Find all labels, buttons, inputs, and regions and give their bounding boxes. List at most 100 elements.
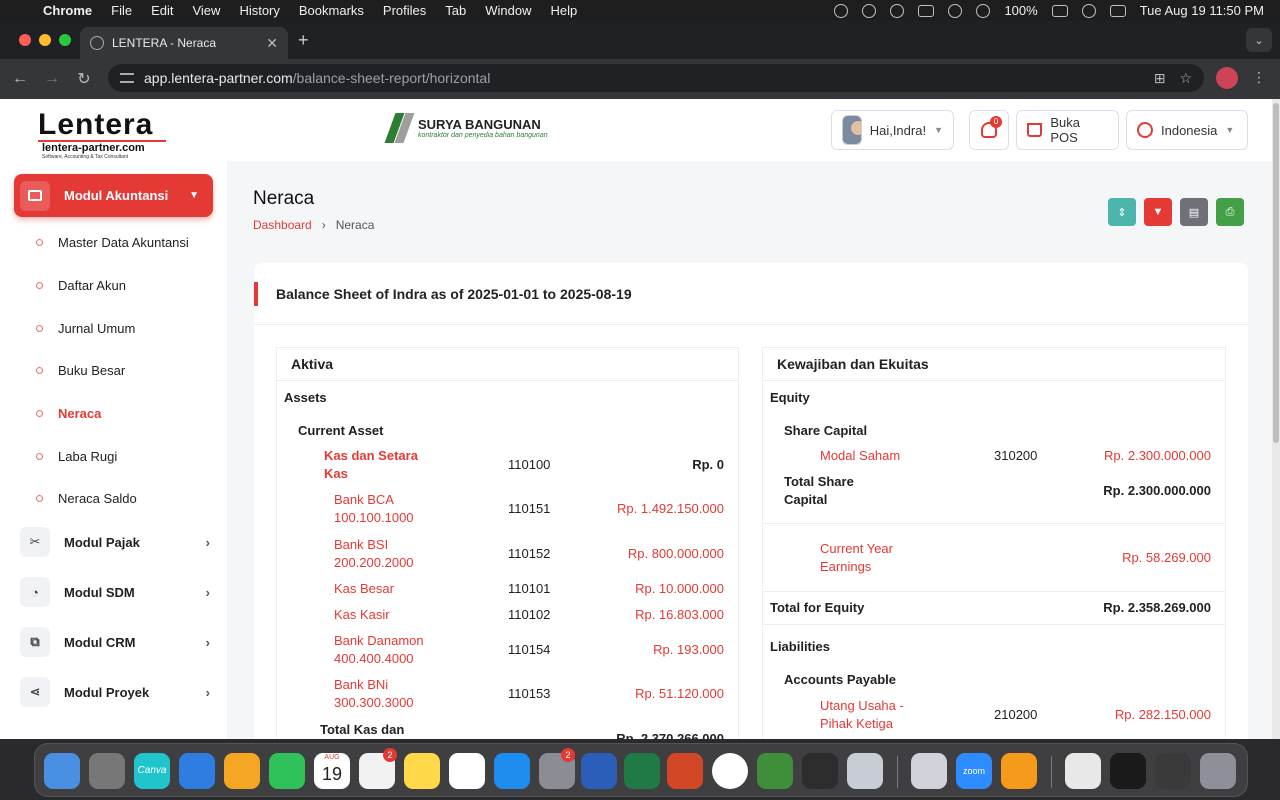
launchpad-icon[interactable] xyxy=(89,753,125,789)
menu-file[interactable]: File xyxy=(111,3,132,18)
menu-bookmarks[interactable]: Bookmarks xyxy=(299,3,364,18)
keyboard-app-icon[interactable] xyxy=(1155,753,1191,789)
close-window-button[interactable] xyxy=(19,34,31,46)
owl-app-icon[interactable] xyxy=(757,753,793,789)
utility-app-icon[interactable] xyxy=(847,753,883,789)
menu-history[interactable]: History xyxy=(239,3,279,18)
cloud-icon[interactable] xyxy=(834,3,849,18)
control-center-icon[interactable] xyxy=(1109,4,1126,17)
filter-button[interactable]: ▼ xyxy=(1144,198,1172,226)
menu-view[interactable]: View xyxy=(192,3,220,18)
open-pos-button[interactable]: Buka POS xyxy=(1016,110,1119,150)
sync-icon[interactable] xyxy=(890,3,905,18)
account-value: Rp. 10.000.000 xyxy=(635,581,724,596)
close-tab-icon[interactable]: ✕ xyxy=(266,35,278,52)
menu-help[interactable]: Help xyxy=(551,3,578,18)
freeform-icon[interactable] xyxy=(449,753,485,789)
account-name-2: Earnings xyxy=(820,559,872,574)
screenshot-app-icon[interactable] xyxy=(802,753,838,789)
user-menu-button[interactable]: Hai,Indra! ▼ xyxy=(831,110,954,150)
trash-icon[interactable] xyxy=(1200,753,1236,789)
airdrop-icon[interactable] xyxy=(948,3,963,18)
user-greeting: Hai,Indra! xyxy=(869,122,927,138)
powerpoint-icon[interactable] xyxy=(667,753,703,789)
forward-button[interactable]: → xyxy=(36,70,68,88)
sidebar-item-master-data[interactable]: Master Data Akuntansi xyxy=(36,232,189,252)
sidebar-item-buku-besar[interactable]: Buku Besar xyxy=(36,360,125,380)
calendar-icon[interactable]: AUG 19 xyxy=(314,753,350,789)
sidebar-item-jurnal-umum[interactable]: Jurnal Umum xyxy=(36,318,135,338)
app-store-icon[interactable] xyxy=(494,753,530,789)
sidebar-item-neraca[interactable]: Neraca xyxy=(36,403,101,423)
globe-icon xyxy=(1137,122,1153,138)
sidebar-module-akuntansi[interactable]: Modul Akuntansi ▼ xyxy=(14,174,213,217)
scrollbar-thumb[interactable] xyxy=(1273,103,1279,443)
card-header: Balance Sheet of Indra as of 2025-01-01 … xyxy=(254,263,1248,325)
reload-button[interactable]: ↻ xyxy=(68,69,100,89)
sidebar-module-proyek[interactable]: ⋖ Modul Proyek › xyxy=(20,677,210,707)
menu-edit[interactable]: Edit xyxy=(151,3,173,18)
photos-icon[interactable] xyxy=(224,753,260,789)
bookmark-star-icon[interactable]: ☆ xyxy=(1179,70,1192,87)
sidebar-module-crm[interactable]: ⧉ Modul CRM › xyxy=(20,627,210,657)
sidebar-item-daftar-akun[interactable]: Daftar Akun xyxy=(36,275,126,295)
sidebar-module-sdm[interactable]: ◔ Modul SDM › xyxy=(20,577,210,607)
browser-tab[interactable]: LENTERA - Neraca ✕ xyxy=(80,27,288,59)
excel-icon[interactable] xyxy=(624,753,660,789)
export-button[interactable]: ▤ xyxy=(1180,198,1208,226)
toggle-expand-button[interactable]: ⇕ xyxy=(1108,198,1136,226)
menu-profiles[interactable]: Profiles xyxy=(383,3,426,18)
account-value: Rp. 2.300.000.000 xyxy=(1104,448,1211,463)
browser-tabbar: LENTERA - Neraca ✕ + ⌄ xyxy=(0,21,1280,59)
account-name-2: Kas xyxy=(324,466,348,481)
finder-icon[interactable] xyxy=(44,753,80,789)
address-bar[interactable]: app.lentera-partner.com/balance-sheet-re… xyxy=(108,64,1204,92)
notes-icon[interactable] xyxy=(404,753,440,789)
translate-icon[interactable]: ⊞ xyxy=(1154,70,1166,87)
sidebar-module-pajak[interactable]: ✂ Modul Pajak › xyxy=(20,527,210,557)
notifications-button[interactable]: 0 xyxy=(969,110,1009,150)
facetime-icon[interactable] xyxy=(269,753,305,789)
sidebar-item-laba-rugi[interactable]: Laba Rugi xyxy=(36,446,117,466)
profile-avatar[interactable] xyxy=(1216,67,1238,89)
battery-icon[interactable] xyxy=(1051,4,1068,17)
account-code: 110153 xyxy=(508,686,551,701)
zoom-icon[interactable]: zoom xyxy=(956,753,992,789)
back-button[interactable]: ← xyxy=(4,70,36,88)
display-icon[interactable] xyxy=(918,4,935,17)
word-icon[interactable] xyxy=(581,753,617,789)
chrome-menu-icon[interactable]: ⋮ xyxy=(1252,69,1266,86)
bluetooth-icon[interactable] xyxy=(976,3,991,18)
account-code: 110154 xyxy=(508,642,551,657)
print-button[interactable]: ⎙ xyxy=(1216,198,1244,226)
breadcrumb-dashboard[interactable]: Dashboard xyxy=(253,218,312,232)
tab-title: LENTERA - Neraca xyxy=(112,36,217,50)
aktiva-title: Aktiva xyxy=(277,348,738,381)
menu-app-name[interactable]: Chrome xyxy=(43,3,92,18)
tab-search-button[interactable]: ⌄ xyxy=(1246,28,1272,52)
lentera-logo[interactable]: Lentera lentera-partner.com Software, Ac… xyxy=(38,108,188,160)
menubar-clock[interactable]: Tue Aug 19 11:50 PM xyxy=(1140,3,1264,18)
pdf-file-icon[interactable] xyxy=(1065,753,1101,789)
site-settings-icon[interactable] xyxy=(120,73,134,83)
menu-tab[interactable]: Tab xyxy=(445,3,466,18)
new-tab-button[interactable]: + xyxy=(298,30,309,51)
language-selector[interactable]: Indonesia ▼ xyxy=(1126,110,1248,150)
window-thumbnail-icon[interactable] xyxy=(1110,753,1146,789)
share-icon: ⋖ xyxy=(20,677,50,707)
preview-icon[interactable] xyxy=(911,753,947,789)
search-icon[interactable] xyxy=(1081,3,1096,18)
account-value: Rp. 16.803.000 xyxy=(635,607,724,622)
grid-icon[interactable] xyxy=(862,3,877,18)
sublime-icon[interactable] xyxy=(1001,753,1037,789)
safari-icon[interactable] xyxy=(179,753,215,789)
logo-wordmark: Lentera xyxy=(38,108,154,141)
minimize-window-button[interactable] xyxy=(39,34,51,46)
zoom-window-button[interactable] xyxy=(59,34,71,46)
canva-icon[interactable]: Canva xyxy=(134,753,170,789)
menu-window[interactable]: Window xyxy=(485,3,531,18)
page-scrollbar[interactable] xyxy=(1272,99,1280,739)
bullet-icon xyxy=(36,366,43,374)
sidebar-item-neraca-saldo[interactable]: Neraca Saldo xyxy=(36,488,137,508)
chrome-icon[interactable] xyxy=(712,753,748,789)
